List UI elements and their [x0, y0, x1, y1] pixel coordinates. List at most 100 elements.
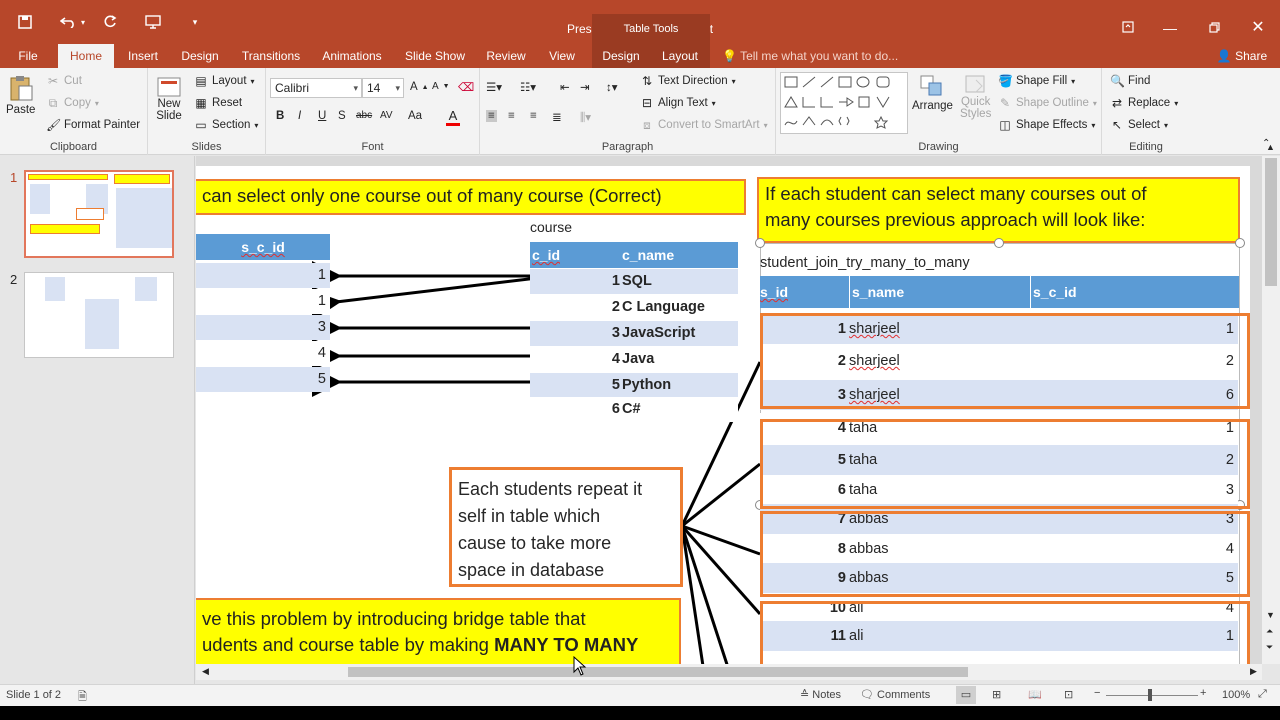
clear-formatting-icon[interactable]: ⌫: [458, 80, 474, 94]
layout-button[interactable]: ▤ Layout ▾: [194, 74, 254, 88]
callout-box[interactable]: Each students repeat it self in table wh…: [449, 467, 683, 587]
new-slide-button[interactable]: New Slide: [156, 76, 182, 122]
italic-button[interactable]: I: [298, 110, 301, 122]
numbering-icon[interactable]: ☷▾: [520, 80, 536, 94]
tab-view[interactable]: View: [542, 44, 582, 68]
copy-button[interactable]: ⧉ Copy ▾: [46, 96, 99, 110]
character-spacing-button[interactable]: AV: [380, 110, 393, 121]
scroll-down-icon[interactable]: ▼: [1266, 610, 1275, 620]
table-row[interactable]: 2C Language: [530, 295, 738, 320]
tab-file[interactable]: File: [8, 44, 48, 68]
resize-handle[interactable]: [1235, 238, 1245, 248]
scroll-right-icon[interactable]: ▶: [1250, 666, 1257, 677]
tell-me-box[interactable]: 💡 Tell me what you want to do...: [722, 44, 902, 68]
section-button[interactable]: ▭ Section ▾: [194, 118, 258, 132]
table-row[interactable]: 3 JavaScript: [530, 321, 738, 346]
convert-smartart-button[interactable]: ⧈ Convert to SmartArt ▾: [640, 118, 767, 132]
group-box-ali[interactable]: [760, 601, 1250, 664]
zoom-slider[interactable]: [1106, 695, 1198, 696]
restore-icon[interactable]: [1194, 14, 1234, 42]
columns-icon[interactable]: ⫼▾: [580, 110, 591, 125]
vertical-scroll-thumb[interactable]: [1265, 158, 1277, 286]
underline-button[interactable]: U: [318, 110, 326, 122]
paste-button[interactable]: Paste: [6, 74, 35, 116]
tab-table-layout[interactable]: Layout: [650, 44, 710, 68]
reading-view-icon[interactable]: 📖: [1028, 688, 1042, 701]
cut-button[interactable]: ✂ Cut: [46, 74, 82, 88]
zoom-slider-thumb[interactable]: [1148, 689, 1152, 701]
shadow-button[interactable]: S: [338, 110, 346, 122]
shapes-gallery[interactable]: [780, 72, 908, 134]
comments-button[interactable]: 🗨 Comments: [860, 688, 930, 701]
change-case-button[interactable]: Aa: [408, 110, 422, 122]
find-button[interactable]: 🔍 Find: [1110, 74, 1150, 88]
vertical-scrollbar[interactable]: ▲ ▼ ⏶ ⏷: [1262, 142, 1280, 664]
horizontal-scrollbar[interactable]: ◀ ▶: [196, 664, 1262, 680]
ribbon-display-options-icon[interactable]: [1108, 14, 1148, 42]
table-row[interactable]: 4 Java: [530, 347, 738, 372]
shape-fill-button[interactable]: 🪣 Shape Fill ▾: [998, 74, 1075, 88]
scroll-up-icon[interactable]: ▲: [1266, 142, 1275, 152]
resize-handle[interactable]: [755, 238, 765, 248]
tab-home[interactable]: Home: [58, 44, 114, 68]
align-right-icon[interactable]: ≡: [530, 110, 537, 122]
fit-to-window-icon[interactable]: ⤢: [1258, 688, 1267, 701]
replace-button[interactable]: ⇄ Replace ▾: [1110, 96, 1178, 110]
tab-table-design[interactable]: Design: [592, 44, 650, 68]
slide-sorter-icon[interactable]: ⊞: [992, 688, 1001, 701]
line-spacing-icon[interactable]: ↕▾: [606, 80, 618, 94]
increase-indent-icon[interactable]: ⇥: [580, 80, 590, 94]
tab-animations[interactable]: Animations: [316, 44, 388, 68]
table-row[interactable]: 4: [196, 341, 330, 366]
group-box-taha[interactable]: [760, 419, 1250, 509]
previous-slide-icon[interactable]: ⏶: [1266, 626, 1273, 637]
slide[interactable]: can select only one course out of many c…: [196, 166, 1250, 664]
justify-icon[interactable]: ≣: [552, 110, 562, 124]
zoom-out-icon[interactable]: −: [1094, 687, 1100, 699]
font-color-button[interactable]: A: [446, 108, 460, 126]
right-banner[interactable]: If each student can select many courses …: [757, 177, 1240, 243]
group-box-abbas[interactable]: [760, 511, 1250, 597]
minimize-icon[interactable]: —: [1150, 14, 1190, 42]
close-icon[interactable]: ✕: [1238, 14, 1278, 42]
align-text-button[interactable]: ⊟ Align Text ▾: [640, 96, 716, 110]
tab-review[interactable]: Review: [482, 44, 530, 68]
course-table-header[interactable]: c_id c_name: [530, 242, 738, 268]
normal-view-icon[interactable]: ▭: [956, 686, 976, 704]
format-painter-button[interactable]: 🖌 Format Painter: [46, 118, 140, 132]
align-center-icon[interactable]: ≡: [508, 110, 515, 122]
decrease-indent-icon[interactable]: ⇤: [560, 80, 570, 94]
join-table-header[interactable]: s_id s_name s_c_id: [760, 276, 1239, 308]
table-row[interactable]: 5: [196, 367, 330, 392]
text-direction-button[interactable]: ⇅ Text Direction ▾: [640, 74, 736, 88]
table-row[interactable]: 3: [196, 315, 330, 340]
notes-button[interactable]: ≙ Notes: [800, 688, 841, 701]
bold-button[interactable]: B: [276, 110, 284, 122]
zoom-in-icon[interactable]: +: [1200, 687, 1206, 699]
shape-effects-button[interactable]: ◫ Shape Effects ▾: [998, 118, 1095, 132]
font-family-box[interactable]: Calibri ▾: [270, 78, 362, 98]
group-box-sharjeel[interactable]: [760, 313, 1250, 409]
reset-button[interactable]: ▦ Reset: [194, 96, 242, 110]
tab-insert[interactable]: Insert: [120, 44, 166, 68]
table-row[interactable]: 5 Python: [530, 373, 738, 398]
quick-styles-button[interactable]: Quick Styles: [960, 74, 991, 120]
shape-outline-button[interactable]: ✎ Shape Outline ▾: [998, 96, 1097, 110]
left-banner[interactable]: can select only one course out of many c…: [196, 179, 746, 215]
table-row[interactable]: 1: [196, 289, 330, 314]
bullets-icon[interactable]: ☰▾: [486, 80, 502, 94]
table-row[interactable]: 1 SQL: [530, 269, 738, 294]
arrange-button[interactable]: Arrange: [912, 74, 953, 112]
horizontal-scroll-thumb[interactable]: [348, 667, 968, 677]
zoom-level[interactable]: 100%: [1222, 689, 1250, 701]
slide-thumbnail-2[interactable]: [24, 272, 174, 358]
align-left-icon[interactable]: ≡: [486, 110, 497, 122]
join-table-caption[interactable]: student_join_try_many_to_many: [760, 255, 970, 271]
left-table-header[interactable]: s_c_id: [196, 234, 330, 260]
course-caption[interactable]: course: [530, 219, 572, 235]
tab-slide-show[interactable]: Slide Show: [400, 44, 470, 68]
resize-handle[interactable]: [994, 238, 1004, 248]
tab-transitions[interactable]: Transitions: [236, 44, 306, 68]
table-row[interactable]: 1: [196, 263, 330, 288]
strikethrough-button[interactable]: abc: [356, 110, 372, 121]
